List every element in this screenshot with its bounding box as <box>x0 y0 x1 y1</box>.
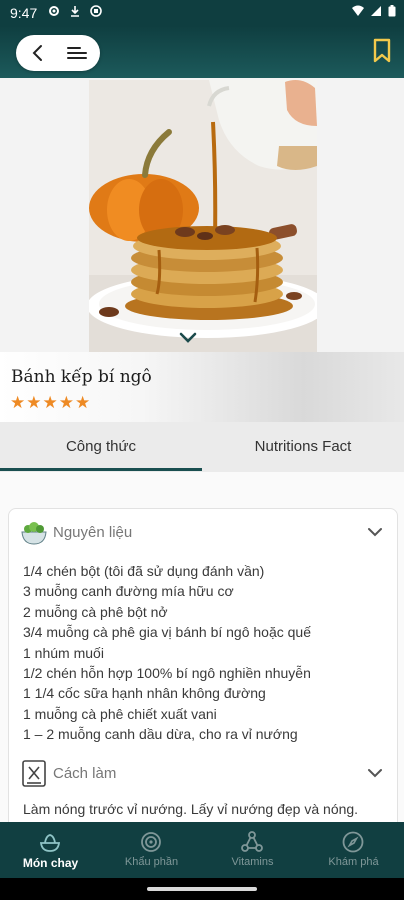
arrow-back-icon[interactable] <box>28 43 48 63</box>
recipe-content[interactable]: Nguyên liệu 1/4 chén bột (tôi đã sử dụng… <box>0 472 404 838</box>
menu-icon[interactable] <box>66 43 88 63</box>
pancake-image <box>89 80 317 352</box>
signal-icon <box>371 6 381 16</box>
status-bar: 9:47 <box>0 0 404 26</box>
tab-nutrition-facts[interactable]: Nutritions Fact <box>202 422 404 472</box>
tab-recipe[interactable]: Công thức <box>0 422 202 472</box>
battery-icon <box>388 5 396 17</box>
nav-item-portions[interactable]: Khẩu phần <box>101 822 202 878</box>
nav-label: Món chay <box>22 856 79 870</box>
nav-label: Khám phá <box>328 856 379 868</box>
star-icon: ★ <box>10 393 26 412</box>
home-gesture-handle[interactable] <box>147 887 257 891</box>
nav-pill <box>16 35 100 71</box>
list-item: 2 muỗng cà phê bột nở <box>23 603 168 620</box>
recipe-book-icon <box>22 760 46 787</box>
status-system-icons <box>352 5 396 17</box>
nav-item-vitamins[interactable]: Vitamins <box>202 822 303 878</box>
list-item: 1 – 2 muỗng canh dầu dừa, cho ra vỉ nướn… <box>23 726 298 743</box>
list-item: 3 muỗng canh đường mía hữu cơ <box>23 583 234 600</box>
settings-status-icon <box>49 6 59 16</box>
list-item: 1 1/4 cốc sữa hạnh nhân không đường <box>23 685 266 702</box>
compass-icon <box>342 831 364 853</box>
list-item: 1 nhúm muối <box>23 644 104 661</box>
list-item: 3/4 muỗng cà phê gia vị bánh bí ngô hoặc… <box>23 624 311 641</box>
method-header[interactable]: Cách làm <box>19 758 389 788</box>
recipe-title: Bánh kếp bí ngô <box>11 367 152 387</box>
recipe-hero: Bánh kếp bí ngô ★ ★ ★ ★ ★ <box>0 78 404 422</box>
recipe-card: Nguyên liệu 1/4 chén bột (tôi đã sử dụng… <box>8 508 398 838</box>
nav-label: Vitamins <box>231 856 274 868</box>
list-item: 1 muỗng cà phê chiết xuất vani <box>23 705 217 722</box>
ingredients-header[interactable]: Nguyên liệu <box>19 517 389 547</box>
bookmark-icon[interactable] <box>372 38 392 64</box>
nav-label: Khẩu phần <box>124 856 179 868</box>
active-tab-indicator <box>0 468 202 471</box>
salad-bowl-icon <box>21 522 47 545</box>
status-notifications <box>48 5 102 17</box>
bottom-navigation: Món chay Khẩu phần Vitamins Khám phá <box>0 822 404 878</box>
nav-item-vegetarian[interactable]: Món chay <box>0 822 101 878</box>
star-icon: ★ <box>75 393 91 412</box>
chevron-down-icon[interactable] <box>178 331 198 345</box>
chevron-down-icon[interactable] <box>367 767 383 779</box>
ingredients-title: Nguyên liệu <box>53 524 133 541</box>
rating-stars: ★ ★ ★ ★ ★ <box>10 393 90 412</box>
star-icon: ★ <box>26 393 42 412</box>
target-icon <box>141 832 161 852</box>
recipe-tabs: Công thức Nutritions Fact <box>0 422 404 472</box>
chevron-down-icon[interactable] <box>367 526 383 538</box>
star-icon: ★ <box>58 393 74 412</box>
recipe-photo <box>89 80 317 352</box>
app-header <box>0 26 404 78</box>
bowl-icon <box>39 834 61 852</box>
star-icon: ★ <box>42 393 58 412</box>
ingredients-list: 1/4 chén bột (tôi đã sử dụng đánh vần) 3… <box>23 561 311 745</box>
list-item: 1/2 chén hỗn hợp 100% bí ngô nghiền nhuy… <box>23 665 311 682</box>
method-title: Cách làm <box>53 765 117 782</box>
method-step-text: Làm nóng trước vỉ nướng. Lấy vỉ nướng đẹ… <box>23 801 359 817</box>
status-time: 9:47 <box>10 5 38 21</box>
vpn-status-icon <box>90 5 102 17</box>
wifi-icon <box>352 5 364 16</box>
nav-item-explore[interactable]: Khám phá <box>303 822 404 878</box>
list-item: 1/4 chén bột (tôi đã sử dụng đánh vần) <box>23 563 265 579</box>
molecule-icon <box>241 831 263 852</box>
download-status-icon <box>71 6 79 17</box>
